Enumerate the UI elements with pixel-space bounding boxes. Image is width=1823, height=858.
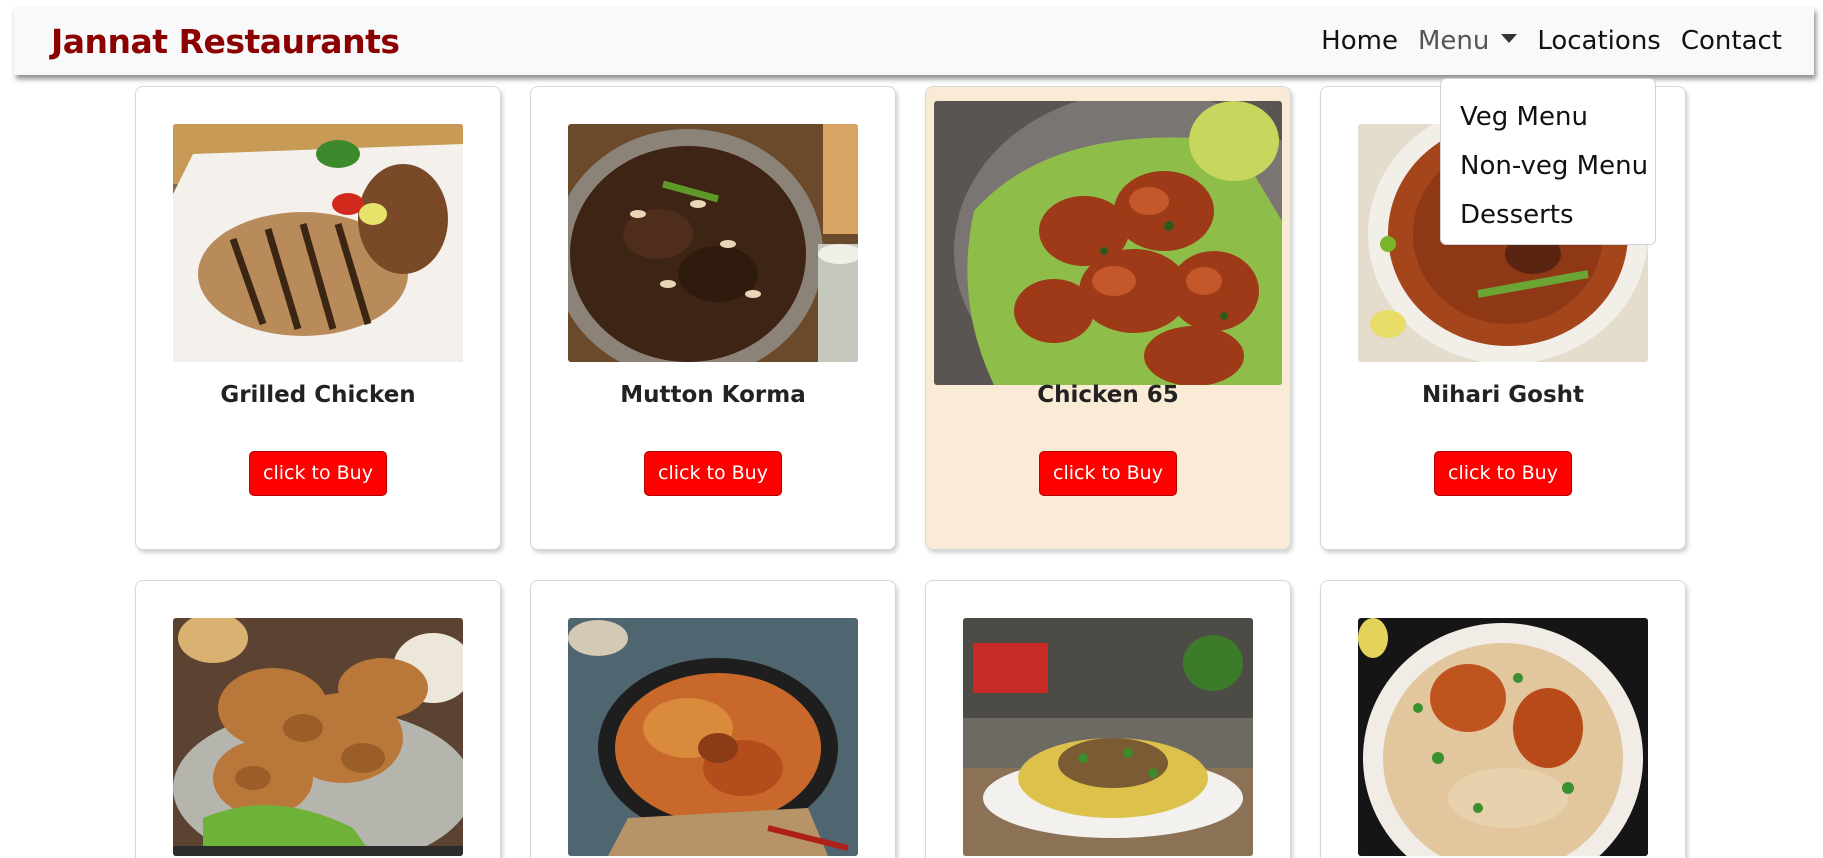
- product-card: [530, 580, 896, 858]
- buy-button[interactable]: click to Buy: [1434, 451, 1572, 496]
- buy-button[interactable]: click to Buy: [249, 451, 387, 496]
- brand-logo[interactable]: Jannat Restaurants: [51, 22, 400, 61]
- buy-button[interactable]: click to Buy: [1039, 451, 1177, 496]
- fried-chicken-photo: [173, 618, 463, 856]
- biryani-pan-photo: [568, 618, 858, 856]
- navbar: Jannat Restaurants Home Menu Locations C…: [14, 7, 1814, 75]
- caret-down-icon: [1501, 34, 1518, 43]
- product-card: [135, 580, 501, 858]
- product-card: Mutton Korma click to Buy: [530, 86, 896, 550]
- product-card: [1320, 580, 1686, 858]
- card-title: Nihari Gosht: [1422, 382, 1584, 408]
- card-title: Grilled Chicken: [220, 382, 416, 408]
- dropdown-item-non-veg-menu[interactable]: Non-veg Menu: [1441, 142, 1655, 191]
- product-card: [925, 580, 1291, 858]
- nav-menu-toggle[interactable]: Menu: [1417, 26, 1518, 56]
- nav-locations[interactable]: Locations: [1537, 26, 1661, 56]
- nav-menu-label: Menu: [1417, 26, 1490, 56]
- nav-contact[interactable]: Contact: [1681, 26, 1782, 56]
- card-title: Mutton Korma: [620, 382, 806, 408]
- grilled-chicken-photo: [173, 124, 463, 362]
- nav-home[interactable]: Home: [1321, 26, 1398, 56]
- dropdown-item-desserts[interactable]: Desserts: [1441, 191, 1655, 240]
- chicken-biryani-photo: [1358, 618, 1648, 856]
- buy-button[interactable]: click to Buy: [644, 451, 782, 496]
- chicken-65-photo: [934, 101, 1282, 385]
- product-card-hovered: Chicken 65 click to Buy: [925, 86, 1291, 550]
- nav-links: Home Menu Locations Contact: [1321, 26, 1782, 56]
- menu-dropdown: Veg Menu Non-veg Menu Desserts: [1440, 78, 1656, 245]
- product-card: Grilled Chicken click to Buy: [135, 86, 501, 550]
- biryani-plate-photo: [963, 618, 1253, 856]
- dropdown-item-veg-menu[interactable]: Veg Menu: [1441, 93, 1655, 142]
- mutton-korma-photo: [568, 124, 858, 362]
- card-title: Chicken 65: [1037, 382, 1179, 408]
